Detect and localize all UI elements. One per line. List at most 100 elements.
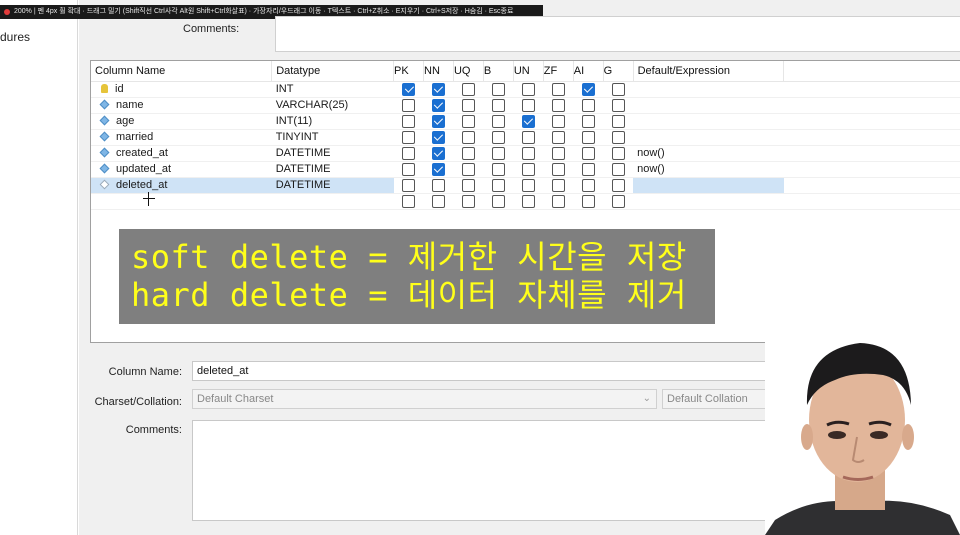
zf-checkbox[interactable]	[551, 162, 565, 176]
table-row[interactable]: age INT(11)	[91, 113, 960, 130]
zf-checkbox[interactable]	[551, 194, 565, 208]
ai-checkbox[interactable]	[581, 82, 595, 96]
sidebar-item-procedures[interactable]: dures	[0, 30, 30, 44]
b-checkbox[interactable]	[491, 178, 505, 192]
column-header-column-name[interactable]: Column Name	[91, 61, 273, 82]
nn-checkbox[interactable]	[431, 178, 445, 192]
default-expression-cell[interactable]	[633, 97, 784, 114]
datatype-cell[interactable]: TINYINT	[271, 129, 394, 146]
column-header-b[interactable]: B	[483, 61, 514, 82]
zf-checkbox[interactable]	[551, 130, 565, 144]
zf-checkbox[interactable]	[551, 98, 565, 112]
uq-checkbox[interactable]	[461, 146, 475, 160]
ai-checkbox[interactable]	[581, 114, 595, 128]
column-header-ai[interactable]: AI	[573, 61, 604, 82]
default-expression-cell[interactable]: now()	[633, 161, 784, 178]
datatype-cell[interactable]: DATETIME	[271, 161, 394, 178]
nn-checkbox[interactable]	[431, 130, 445, 144]
pk-checkbox[interactable]	[402, 194, 416, 208]
column-header-datatype[interactable]: Datatype	[271, 61, 395, 82]
column-name-cell[interactable]: id	[91, 81, 272, 98]
un-checkbox[interactable]	[521, 114, 535, 128]
pk-checkbox[interactable]	[402, 130, 416, 144]
datatype-cell[interactable]: DATETIME	[271, 177, 394, 194]
column-header-nn[interactable]: NN	[423, 61, 454, 82]
b-checkbox[interactable]	[491, 162, 505, 176]
uq-checkbox[interactable]	[461, 98, 475, 112]
nn-checkbox[interactable]	[431, 146, 445, 160]
g-checkbox[interactable]	[611, 178, 625, 192]
b-checkbox[interactable]	[491, 194, 505, 208]
table-row[interactable]	[91, 193, 960, 210]
datatype-cell[interactable]: INT	[271, 81, 394, 98]
b-checkbox[interactable]	[491, 114, 505, 128]
pk-checkbox[interactable]	[402, 146, 416, 160]
default-expression-cell[interactable]	[633, 81, 784, 98]
g-checkbox[interactable]	[611, 82, 625, 96]
b-checkbox[interactable]	[491, 146, 505, 160]
column-name-cell[interactable]: name	[91, 97, 272, 114]
ai-checkbox[interactable]	[581, 98, 595, 112]
datatype-cell[interactable]: DATETIME	[271, 145, 394, 162]
column-name-cell[interactable]: deleted_at	[91, 177, 272, 194]
nn-checkbox[interactable]	[431, 194, 445, 208]
b-checkbox[interactable]	[491, 98, 505, 112]
column-header-g[interactable]: G	[603, 61, 634, 82]
default-expression-cell[interactable]	[633, 113, 784, 130]
g-checkbox[interactable]	[611, 146, 625, 160]
column-name-cell[interactable]: age	[91, 113, 272, 130]
default-expression-cell[interactable]	[633, 193, 784, 210]
column-header-zf[interactable]: ZF	[543, 61, 574, 82]
zf-checkbox[interactable]	[551, 178, 565, 192]
ai-checkbox[interactable]	[581, 194, 595, 208]
nn-checkbox[interactable]	[431, 98, 445, 112]
table-row[interactable]: name VARCHAR(25)	[91, 97, 960, 114]
pk-checkbox[interactable]	[402, 98, 416, 112]
table-row[interactable]: id INT	[91, 81, 960, 98]
datatype-cell[interactable]: VARCHAR(25)	[271, 97, 394, 114]
table-comments-field[interactable]	[275, 16, 960, 52]
un-checkbox[interactable]	[521, 98, 535, 112]
g-checkbox[interactable]	[611, 162, 625, 176]
default-expression-cell[interactable]: now()	[633, 145, 784, 162]
un-checkbox[interactable]	[521, 162, 535, 176]
pk-checkbox[interactable]	[402, 178, 416, 192]
nn-checkbox[interactable]	[431, 82, 445, 96]
column-name-cell[interactable]: updated_at	[91, 161, 272, 178]
zf-checkbox[interactable]	[551, 114, 565, 128]
b-checkbox[interactable]	[491, 130, 505, 144]
table-row[interactable]: deleted_at DATETIME	[91, 177, 960, 194]
table-row[interactable]: updated_at DATETIME now()	[91, 161, 960, 178]
default-expression-cell[interactable]	[633, 129, 784, 146]
column-header-default-expression[interactable]: Default/Expression	[633, 61, 785, 82]
uq-checkbox[interactable]	[461, 178, 475, 192]
uq-checkbox[interactable]	[461, 82, 475, 96]
b-checkbox[interactable]	[491, 82, 505, 96]
table-row[interactable]: married TINYINT	[91, 129, 960, 146]
g-checkbox[interactable]	[611, 130, 625, 144]
charset-select[interactable]: Default Charset ⌄	[192, 389, 657, 409]
column-name-cell[interactable]	[91, 193, 272, 210]
uq-checkbox[interactable]	[461, 194, 475, 208]
g-checkbox[interactable]	[611, 98, 625, 112]
uq-checkbox[interactable]	[461, 130, 475, 144]
ai-checkbox[interactable]	[581, 130, 595, 144]
ai-checkbox[interactable]	[581, 162, 595, 176]
g-checkbox[interactable]	[611, 194, 625, 208]
pk-checkbox[interactable]	[402, 114, 416, 128]
g-checkbox[interactable]	[611, 114, 625, 128]
pk-checkbox[interactable]	[402, 82, 416, 96]
un-checkbox[interactable]	[521, 82, 535, 96]
un-checkbox[interactable]	[521, 130, 535, 144]
column-header-pk[interactable]: PK	[393, 61, 424, 82]
ai-checkbox[interactable]	[581, 146, 595, 160]
un-checkbox[interactable]	[521, 194, 535, 208]
nn-checkbox[interactable]	[431, 162, 445, 176]
zf-checkbox[interactable]	[551, 146, 565, 160]
table-row[interactable]: created_at DATETIME now()	[91, 145, 960, 162]
ai-checkbox[interactable]	[581, 178, 595, 192]
column-header-un[interactable]: UN	[513, 61, 544, 82]
datatype-cell[interactable]: INT(11)	[271, 113, 394, 130]
default-expression-cell[interactable]	[633, 177, 784, 194]
column-name-cell[interactable]: married	[91, 129, 272, 146]
